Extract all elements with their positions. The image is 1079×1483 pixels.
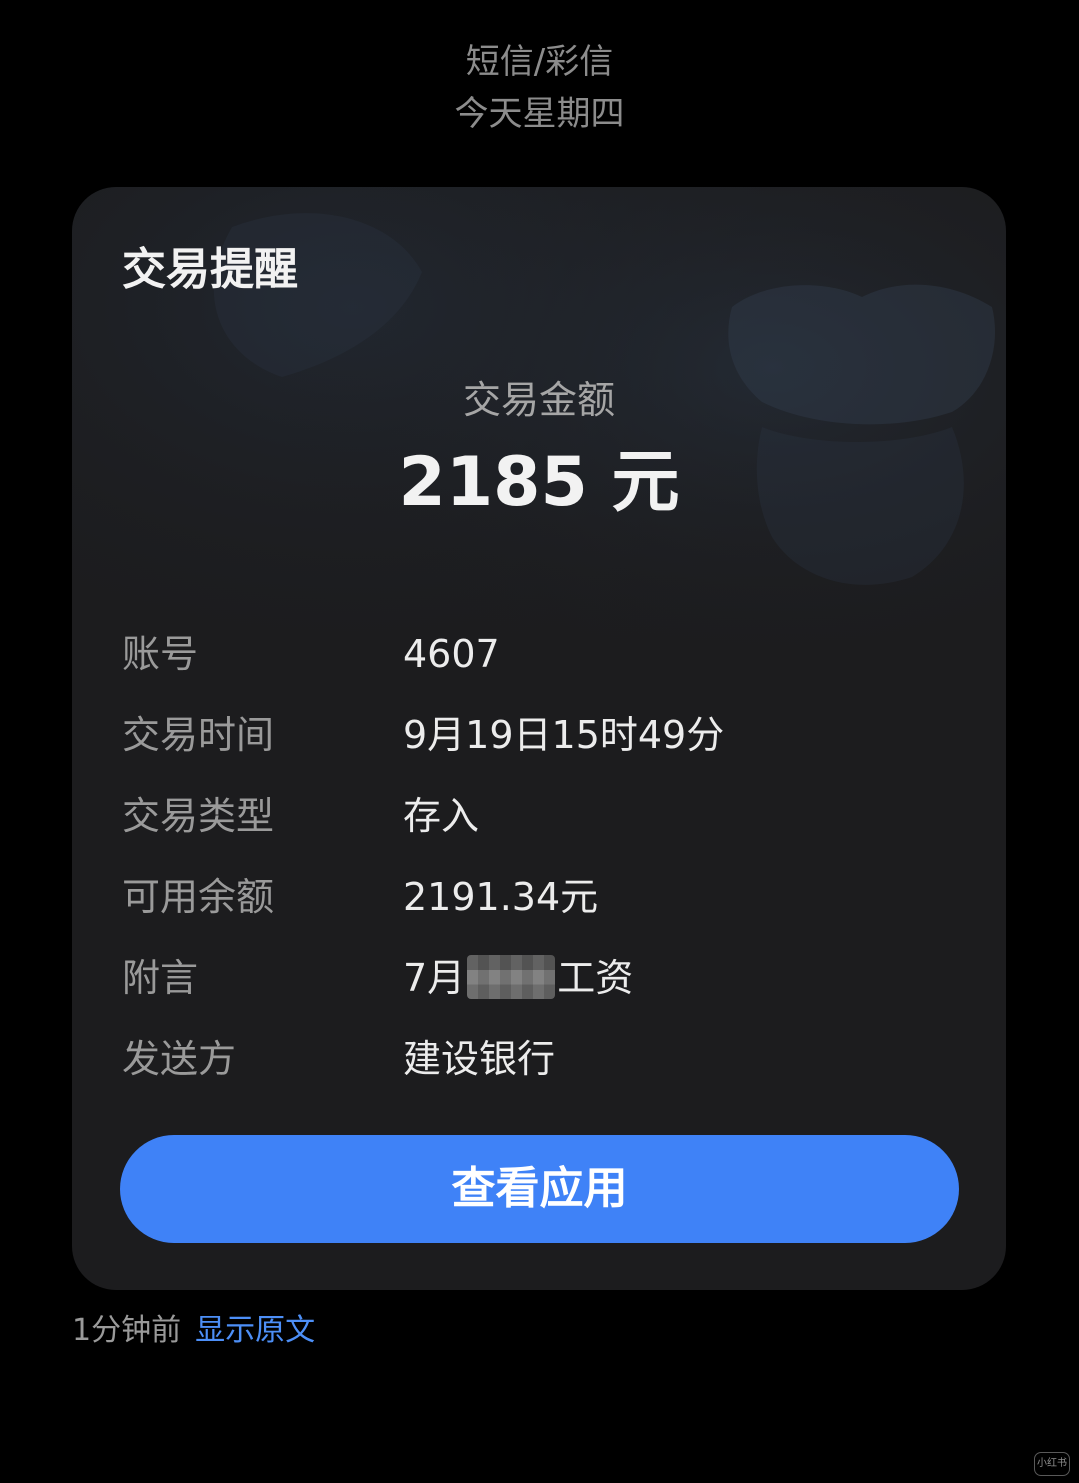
message-date: 今天星期四 (454, 94, 625, 134)
transaction-time-value: 9月19日15时49分 (403, 713, 725, 757)
detail-row-note: 附言 7月 工资 (122, 948, 962, 1029)
message-category: 短信/彩信 (465, 42, 614, 82)
available-balance-value: 2191.34元 (403, 875, 599, 919)
note-value: 7月 工资 (403, 948, 633, 1008)
received-time: 1分钟前 (72, 1313, 182, 1348)
note-value-prefix: 7月 (403, 956, 466, 1000)
sender-value: 建设银行 (403, 1037, 556, 1081)
amount-value: 2185 元 (398, 443, 680, 522)
amount-block: 交易金额 2185 元 (72, 373, 1006, 525)
sender-label: 发送方 (122, 1037, 237, 1081)
account-value: 4607 (403, 632, 500, 676)
card-title: 交易提醒 (122, 244, 298, 295)
detail-row-balance: 可用余额 2191.34元 (122, 867, 962, 948)
amount-label: 交易金额 (462, 378, 615, 422)
transaction-type-label: 交易类型 (122, 794, 275, 838)
transaction-time-label: 交易时间 (122, 713, 275, 757)
transaction-type-value: 存入 (403, 794, 480, 838)
view-app-button[interactable]: 查看应用 (120, 1135, 959, 1243)
detail-row-account: 账号 4607 (122, 624, 962, 705)
detail-row-time: 交易时间 9月19日15时49分 (122, 705, 962, 786)
transaction-details: 账号 4607 交易时间 9月19日15时49分 交易类型 存入 可用余额 21… (122, 624, 962, 1110)
detail-row-sender: 发送方 建设银行 (122, 1029, 962, 1110)
message-footer: 1分钟前 显示原文 (72, 1308, 315, 1354)
transaction-card: 交易提醒 交易金额 2185 元 账号 4607 交易时间 9月19日15时49… (72, 187, 1006, 1290)
available-balance-label: 可用余额 (122, 875, 275, 919)
xiaohongshu-watermark: 小红书 (1034, 1452, 1070, 1476)
note-label: 附言 (122, 956, 199, 1000)
notification-header: 短信/彩信 今天星期四 (0, 36, 1079, 140)
redacted-mosaic (467, 955, 556, 999)
detail-row-type: 交易类型 存入 (122, 786, 962, 867)
show-original-link[interactable]: 显示原文 (195, 1308, 315, 1354)
note-value-suffix: 工资 (557, 956, 634, 1000)
account-label: 账号 (122, 632, 199, 676)
